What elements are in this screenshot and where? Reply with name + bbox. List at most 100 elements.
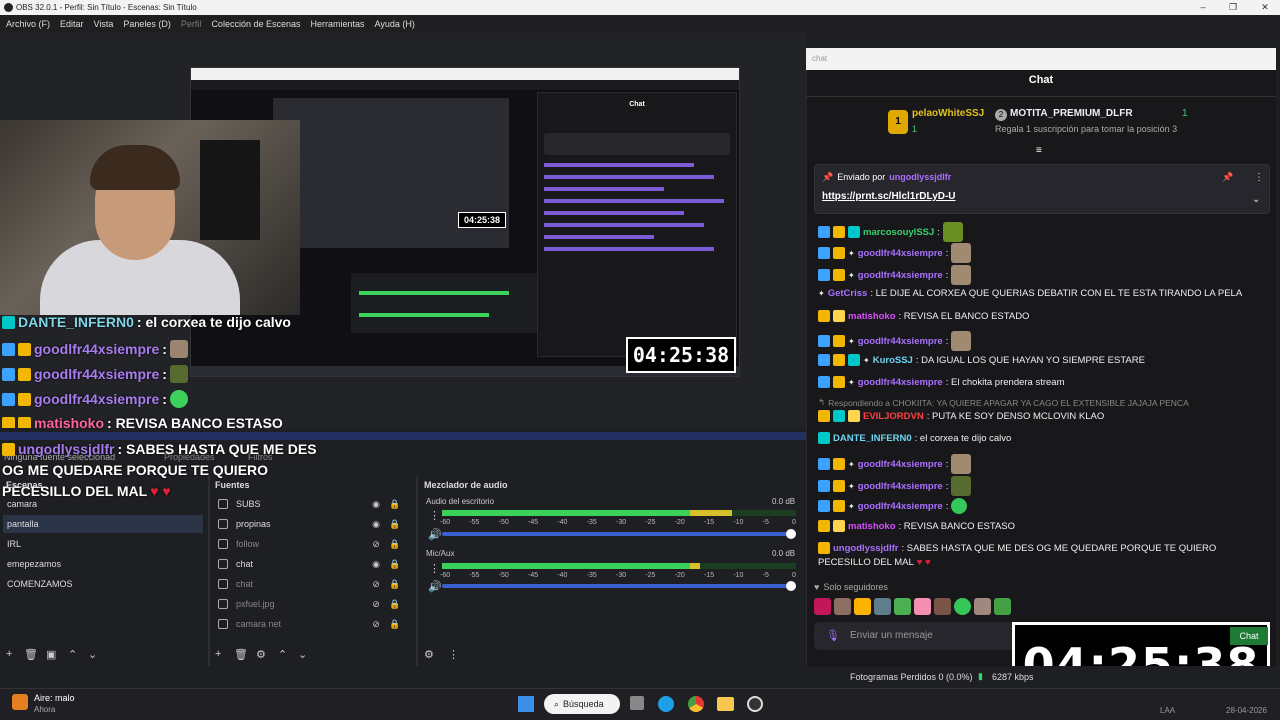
remove-source-icon[interactable]: 🗑 [234, 648, 248, 661]
pinned-link[interactable]: https://prnt.sc/Hlcl1rDLyD-U [822, 191, 956, 202]
chat-username[interactable]: ungodlyssjdlfr [833, 543, 898, 554]
minimize-button[interactable]: – [1188, 0, 1218, 15]
chat-username[interactable]: goodlfr44xsiempre [858, 501, 943, 512]
scene-item[interactable]: IRL [3, 535, 203, 553]
chat-username[interactable]: goodlfr44xsiempre [858, 248, 943, 259]
emote-icon[interactable] [994, 598, 1011, 615]
emote-icon[interactable] [834, 598, 851, 615]
lock-icon[interactable]: 🔒 [389, 599, 400, 610]
move-up-icon[interactable]: ⌃ [68, 648, 77, 661]
source-item[interactable]: camara net ⊘ 🔒 [212, 615, 407, 633]
file-explorer-icon[interactable] [717, 697, 734, 711]
source-item[interactable]: chat ◉ 🔒 [212, 555, 407, 573]
scene-item[interactable]: camara [3, 495, 203, 513]
source-item[interactable]: chat ⊘ 🔒 [212, 575, 407, 593]
scene-filters-icon[interactable]: ▣ [46, 648, 56, 661]
hidden-eye-icon[interactable]: ⊘ [371, 599, 381, 610]
chat-username[interactable]: goodlfr44xsiempre [858, 377, 943, 388]
channel-menu-icon[interactable]: ⋮ [429, 509, 440, 522]
collapse-icon[interactable]: ≡ [1036, 145, 1042, 156]
input-language[interactable]: LAA [1160, 706, 1175, 715]
task-view-icon[interactable] [630, 696, 644, 710]
lock-icon[interactable]: 🔒 [389, 559, 400, 570]
menu-paneles[interactable]: Paneles (D) [123, 19, 171, 29]
taskbar-date[interactable]: 28-04-2026 [1226, 706, 1267, 715]
maximize-button[interactable]: ❐ [1218, 0, 1248, 15]
emote-icon[interactable] [854, 598, 871, 615]
scene-item[interactable]: COMENZAMOS [3, 575, 203, 593]
lock-icon[interactable]: 🔒 [389, 499, 400, 510]
visibility-eye-icon[interactable]: ◉ [371, 499, 381, 510]
pinned-user[interactable]: ungodlyssjdlfr [889, 172, 951, 183]
emote-icon[interactable] [814, 598, 831, 615]
scene-item-selected[interactable]: pantalla [3, 515, 203, 533]
visibility-eye-icon[interactable]: ◉ [371, 559, 381, 570]
volume-slider-handle[interactable] [786, 581, 796, 591]
chat-username[interactable]: goodlfr44xsiempre [858, 270, 943, 281]
remove-scene-icon[interactable]: 🗑 [24, 648, 38, 661]
add-scene-icon[interactable]: + [6, 648, 12, 660]
hidden-eye-icon[interactable]: ⊘ [371, 579, 381, 590]
more-options-icon[interactable]: ⋮ [1254, 172, 1264, 183]
chat-username[interactable]: goodlfr44xsiempre [858, 336, 943, 347]
emote-icon[interactable] [934, 598, 951, 615]
volume-slider[interactable] [442, 584, 796, 588]
windows-start-icon[interactable] [518, 696, 534, 712]
chat-username[interactable]: marcosouylSSJ [863, 227, 934, 238]
menu-perfil[interactable]: Perfil [181, 19, 202, 29]
mixer-menu-icon[interactable]: ⋮ [448, 648, 459, 661]
source-up-icon[interactable]: ⌃ [278, 648, 287, 661]
close-button[interactable]: ✕ [1250, 0, 1280, 15]
emote-icon[interactable] [874, 598, 891, 615]
chat-send-button[interactable]: Chat [1230, 627, 1268, 645]
mixer-settings-icon[interactable]: ⚙ [424, 648, 434, 661]
weather-icon[interactable] [12, 694, 28, 710]
emote-icon[interactable] [894, 598, 911, 615]
source-item[interactable]: propinas ◉ 🔒 [212, 515, 407, 533]
unpin-icon[interactable]: 📌 [1222, 172, 1233, 183]
source-item[interactable]: follow ⊘ 🔒 [212, 535, 407, 553]
chat-username[interactable]: matishoko [848, 311, 896, 322]
weather-title[interactable]: Aire: malo [34, 693, 75, 703]
chat-username[interactable]: goodlfr44xsiempre [858, 459, 943, 470]
leaderboard-user-2[interactable]: MOTITA_PREMIUM_DLFR [1010, 108, 1133, 119]
chat-username[interactable]: matishoko [848, 521, 896, 532]
menu-ayuda[interactable]: Ayuda (H) [375, 19, 415, 29]
hidden-eye-icon[interactable]: ⊘ [371, 539, 381, 550]
hidden-eye-icon[interactable]: ⊘ [371, 619, 381, 630]
leaderboard-user-1[interactable]: pelaoWhiteSSJ [912, 108, 984, 119]
lock-icon[interactable]: 🔒 [389, 579, 400, 590]
speaker-icon[interactable]: 🔊 [428, 528, 442, 541]
lock-icon[interactable]: 🔒 [389, 619, 400, 630]
volume-slider[interactable] [442, 532, 796, 536]
microphone-icon[interactable]: 🎙 [826, 629, 840, 642]
speaker-icon[interactable]: 🔊 [428, 580, 442, 593]
menu-herramientas[interactable]: Herramientas [311, 19, 365, 29]
volume-slider-handle[interactable] [786, 529, 796, 539]
move-down-icon[interactable]: ⌄ [88, 648, 97, 661]
chat-username[interactable]: KuroSSJ [873, 355, 913, 366]
menu-editar[interactable]: Editar [60, 19, 84, 29]
chat-username[interactable]: EVILJORDVN [863, 411, 924, 422]
emote-icon[interactable] [914, 598, 931, 615]
menu-coleccion-escenas[interactable]: Colección de Escenas [211, 19, 300, 29]
lock-icon[interactable]: 🔒 [389, 539, 400, 550]
source-item[interactable]: pxfuel.jpg ⊘ 🔒 [212, 595, 407, 613]
chat-username[interactable]: GetCriss [828, 288, 868, 299]
channel-menu-icon[interactable]: ⋮ [429, 562, 440, 575]
visibility-eye-icon[interactable]: ◉ [371, 519, 381, 530]
expand-chevron-icon[interactable]: ⌄ [1252, 194, 1260, 205]
source-settings-icon[interactable]: ⚙ [256, 648, 266, 661]
taskbar-search[interactable]: ⌕ Búsqueda [544, 694, 620, 714]
emote-icon[interactable] [954, 598, 971, 615]
emote-bar[interactable] [814, 598, 1011, 615]
menu-vista[interactable]: Vista [94, 19, 114, 29]
add-source-icon[interactable]: + [215, 648, 221, 660]
menu-archivo[interactable]: Archivo (F) [6, 19, 50, 29]
scene-item[interactable]: emepezamos [3, 555, 203, 573]
lock-icon[interactable]: 🔒 [389, 519, 400, 530]
chrome-browser-icon[interactable] [688, 696, 704, 712]
source-item[interactable]: SUBS ◉ 🔒 [212, 495, 407, 513]
obs-taskbar-icon[interactable] [747, 696, 763, 712]
emote-icon[interactable] [974, 598, 991, 615]
